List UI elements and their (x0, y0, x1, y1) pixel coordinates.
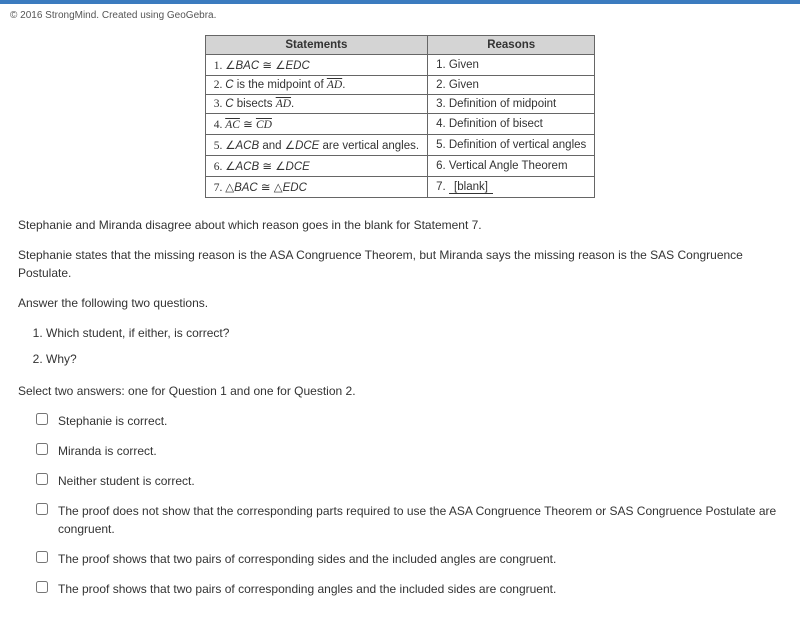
reason-cell: 2. Given (428, 76, 595, 95)
answer-label: Miranda is correct. (58, 442, 157, 460)
statement-cell: 1. ∠BAC ≅ ∠EDC (205, 55, 427, 76)
table-row: 4. AC ≅ CD4. Definition of bisect (205, 114, 595, 135)
paragraph-select-two: Select two answers: one for Question 1 a… (18, 382, 782, 400)
table-row: 5. ∠ACB and ∠DCE are vertical angles.5. … (205, 135, 595, 156)
statement-cell: 2. C is the midpoint of AD. (205, 76, 427, 95)
answer-option[interactable]: Stephanie is correct. (36, 412, 782, 430)
answer-label: The proof does not show that the corresp… (58, 502, 782, 538)
reason-cell: 4. Definition of bisect (428, 114, 595, 135)
answer-option[interactable]: The proof shows that two pairs of corres… (36, 550, 782, 568)
answer-option[interactable]: Neither student is correct. (36, 472, 782, 490)
proof-table-container: Statements Reasons 1. ∠BAC ≅ ∠EDC1. Give… (0, 35, 800, 198)
reason-cell: 5. Definition of vertical angles (428, 135, 595, 156)
reason-cell: 3. Definition of midpoint (428, 95, 595, 114)
answer-checkbox[interactable] (36, 443, 48, 455)
answers-block: Stephanie is correct. Miranda is correct.… (36, 412, 782, 598)
table-row: 6. ∠ACB ≅ ∠DCE6. Vertical Angle Theorem (205, 156, 595, 177)
reason-cell: 7. [blank] (428, 177, 595, 198)
answer-checkbox[interactable] (36, 473, 48, 485)
table-row: 1. ∠BAC ≅ ∠EDC1. Given (205, 55, 595, 76)
answer-label: The proof shows that two pairs of corres… (58, 550, 556, 568)
paragraph-answer-prompt: Answer the following two questions. (18, 294, 782, 312)
copyright-text: © 2016 StrongMind. Created using GeoGebr… (0, 4, 800, 35)
answer-label: Stephanie is correct. (58, 412, 167, 430)
reason-cell: 1. Given (428, 55, 595, 76)
paragraph-disagree: Stephanie and Miranda disagree about whi… (18, 216, 782, 234)
answer-option[interactable]: The proof shows that two pairs of corres… (36, 580, 782, 598)
proof-table: Statements Reasons 1. ∠BAC ≅ ∠EDC1. Give… (205, 35, 596, 198)
answer-checkbox[interactable] (36, 503, 48, 515)
paragraph-claim: Stephanie states that the missing reason… (18, 246, 782, 282)
table-row: 3. C bisects AD.3. Definition of midpoin… (205, 95, 595, 114)
statement-cell: 7. △BAC ≅ △EDC (205, 177, 427, 198)
table-row: 7. △BAC ≅ △EDC7. [blank] (205, 177, 595, 198)
statement-cell: 6. ∠ACB ≅ ∠DCE (205, 156, 427, 177)
content-area: Stephanie and Miranda disagree about whi… (0, 216, 800, 630)
answer-checkbox[interactable] (36, 413, 48, 425)
question-2: Why? (46, 350, 782, 368)
answer-checkbox[interactable] (36, 551, 48, 563)
reason-cell: 6. Vertical Angle Theorem (428, 156, 595, 177)
statement-cell: 5. ∠ACB and ∠DCE are vertical angles. (205, 135, 427, 156)
answer-option[interactable]: Miranda is correct. (36, 442, 782, 460)
answer-label: Neither student is correct. (58, 472, 195, 490)
header-reasons: Reasons (428, 36, 595, 55)
answer-checkbox[interactable] (36, 581, 48, 593)
table-row: 2. C is the midpoint of AD.2. Given (205, 76, 595, 95)
statement-cell: 4. AC ≅ CD (205, 114, 427, 135)
question-1: Which student, if either, is correct? (46, 324, 782, 342)
answer-label: The proof shows that two pairs of corres… (58, 580, 556, 598)
question-list: Which student, if either, is correct? Wh… (46, 324, 782, 368)
statement-cell: 3. C bisects AD. (205, 95, 427, 114)
header-statements: Statements (205, 36, 427, 55)
answer-option[interactable]: The proof does not show that the corresp… (36, 502, 782, 538)
